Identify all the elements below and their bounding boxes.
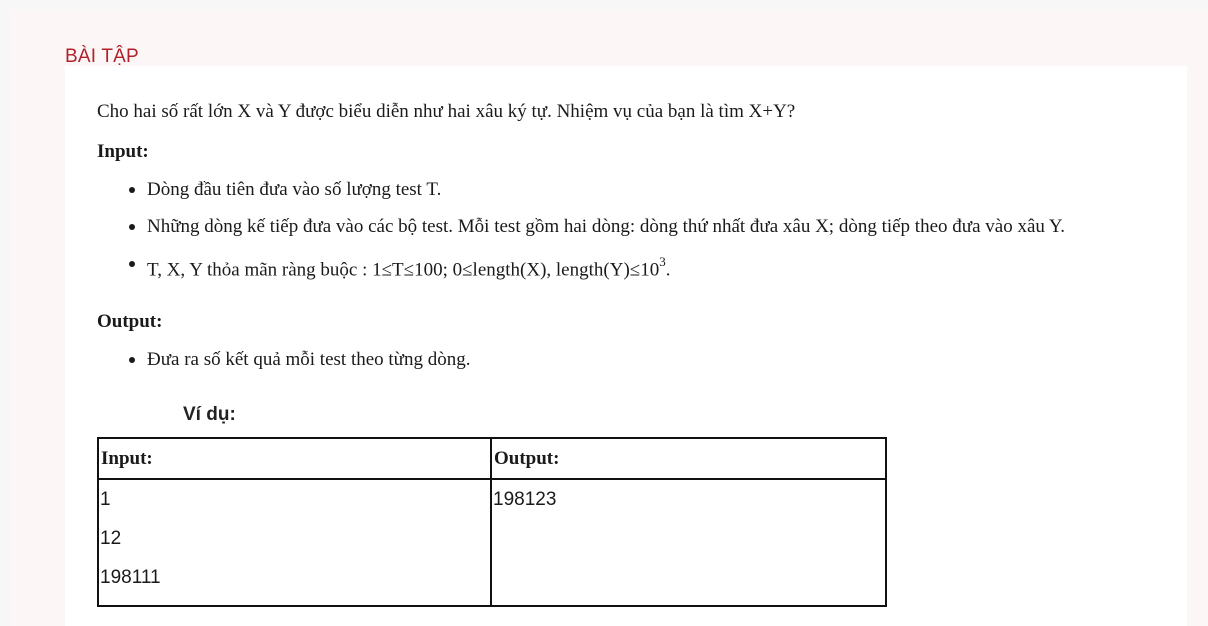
problem-card: Cho hai số rất lớn X và Y được biểu diễn… bbox=[65, 66, 1187, 626]
output-heading: Output: bbox=[97, 311, 163, 332]
bullet-icon bbox=[129, 261, 135, 267]
problem-statement: Cho hai số rất lớn X và Y được biểu diễn… bbox=[97, 101, 796, 122]
input-item: Dòng đầu tiên đưa vào số lượng test T. bbox=[129, 178, 442, 202]
output-item-text: Đưa ra số kết quả mỗi test theo từng dòn… bbox=[147, 349, 471, 370]
table-row: 1 12 198111 198123 bbox=[97, 478, 887, 607]
output-line: 198123 bbox=[493, 489, 557, 510]
output-item: Đưa ra số kết quả mỗi test theo từng dòn… bbox=[129, 348, 471, 372]
input-item: Những dòng kế tiếp đưa vào các bộ test. … bbox=[129, 215, 1065, 239]
table-cell-output: 198123 bbox=[490, 478, 887, 607]
bullet-icon bbox=[129, 187, 135, 193]
input-item-text: Dòng đầu tiên đưa vào số lượng test T. bbox=[147, 179, 442, 200]
table-cell-input: 1 12 198111 bbox=[97, 478, 492, 607]
input-line: 12 bbox=[100, 528, 122, 549]
table-header-row: Input: Output: bbox=[97, 437, 887, 480]
bullet-icon bbox=[129, 357, 135, 363]
constraint-exponent: 3 bbox=[659, 254, 666, 269]
constraint-end: . bbox=[665, 259, 671, 281]
input-line: 198111 bbox=[100, 567, 161, 588]
bullet-icon bbox=[129, 224, 135, 230]
input-heading: Input: bbox=[97, 141, 149, 162]
example-label: Ví dụ: bbox=[183, 404, 236, 425]
input-item-text: Những dòng kế tiếp đưa vào các bộ test. … bbox=[147, 216, 1065, 237]
section-title: BÀI TẬP bbox=[65, 46, 139, 67]
input-line: 1 bbox=[100, 489, 111, 510]
table-header-output: Output: bbox=[490, 437, 887, 480]
example-table: Input: Output: 1 12 198111 198123 bbox=[97, 437, 887, 607]
table-header-input: Input: bbox=[97, 437, 492, 480]
constraint-item: T, X, Y thỏa mãn ràng buộc : 1≤T≤100; 0≤… bbox=[129, 252, 671, 282]
constraint-text: T, X, Y thỏa mãn ràng buộc : 1≤T≤100; 0≤… bbox=[147, 259, 660, 281]
